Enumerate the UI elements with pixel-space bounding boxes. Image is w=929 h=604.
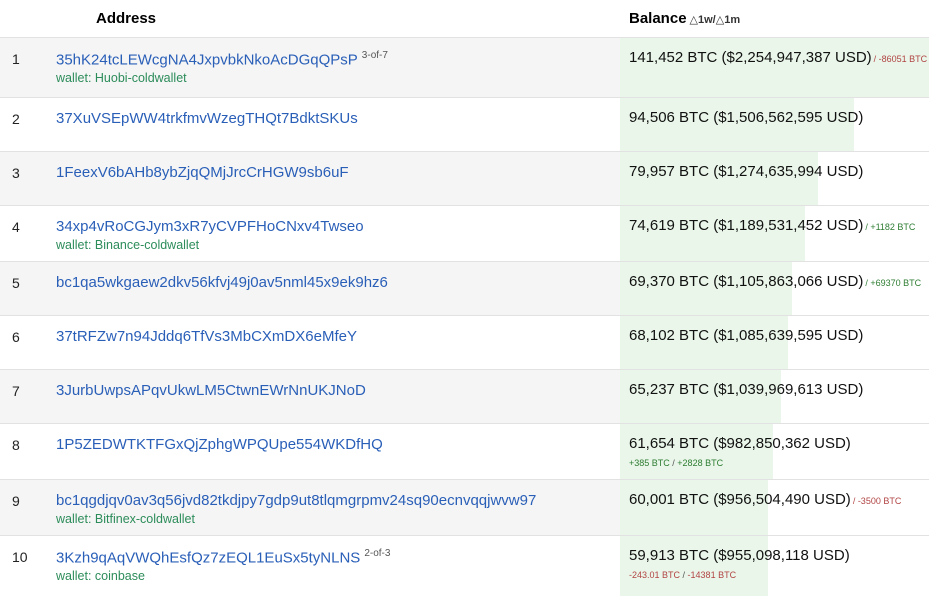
address-link[interactable]: bc1qgdjqv0av3q56jvd82tkdjpy7gdp9ut8tlqmg…	[56, 492, 536, 509]
balance-change-line: -243.01 BTC / -14381 BTC	[629, 570, 929, 580]
rank-cell: 3	[0, 151, 48, 206]
balance-cell: 65,237 BTC ($1,039,969,613 USD)	[620, 369, 929, 424]
rich-list-table: Address Balance △1w/△1m 1 35hK24tcLEWcgNA4…	[0, 0, 929, 596]
balance-value: 74,619 BTC ($1,189,531,452 USD)	[629, 217, 864, 234]
address-cell: 37tRFZw7n94Jddq6TfVs3MbCXmDX6eMfeY	[48, 315, 620, 370]
balance-change: / -86051 BTC	[873, 54, 928, 64]
balance-value: 59,913 BTC ($955,098,118 USD)	[629, 547, 850, 564]
address-cell: 1P5ZEDWTKTFGxQjZphgWPQUpe554WKDfHQ	[48, 423, 620, 480]
balance-cell: 68,102 BTC ($1,085,639,595 USD)	[620, 315, 929, 370]
address-link[interactable]: 34xp4vRoCGJym3xR7yCVPFHoCNxv4Twseo	[56, 218, 364, 235]
table-row: 8 1P5ZEDWTKTFGxQjZphgWPQUpe554WKDfHQ 61,65…	[0, 423, 929, 480]
balance-change: -243.01 BTC	[629, 570, 681, 580]
table-row: 2 37XuVSEpWW4trkfmvWzegTHQt7BdktSKUs 94,50…	[0, 97, 929, 152]
rank-cell: 8	[0, 423, 48, 480]
address-cell: bc1qgdjqv0av3q56jvd82tkdjpy7gdp9ut8tlqmg…	[48, 479, 620, 536]
balance-value: 141,452 BTC ($2,254,947,387 USD)	[629, 49, 872, 66]
table-row: 4 34xp4vRoCGJym3xR7yCVPFHoCNxv4Twseo walle…	[0, 205, 929, 262]
balance-cell: 59,913 BTC ($955,098,118 USD) -243.01 BTC…	[620, 535, 929, 596]
balance-value: 69,370 BTC ($1,105,863,066 USD)	[629, 273, 864, 290]
address-link[interactable]: 37tRFZw7n94Jddq6TfVs3MbCXmDX6eMfeY	[56, 328, 357, 345]
balance-change: / -3500 BTC	[852, 496, 902, 506]
wallet-label: wallet: Binance-coldwallet	[56, 238, 200, 252]
address-cell: 1FeexV6bAHb8ybZjqQMjJrcCrHGW9sb6uF	[48, 151, 620, 206]
rank-column-header	[0, 0, 48, 38]
address-link[interactable]: bc1qa5wkgaew2dkv56kfvj49j0av5nml45x9ek9h…	[56, 274, 388, 291]
table-row: 7 3JurbUwpsAPqvUkwLM5CtwnEWrNnUKJNoD 65,23…	[0, 369, 929, 424]
balance-change: +2828 BTC	[677, 458, 724, 468]
rank-cell: 2	[0, 97, 48, 152]
balance-change-line: +385 BTC / +2828 BTC	[629, 458, 929, 468]
balance-header-label: Balance	[629, 10, 687, 27]
wallet-label: wallet: Huobi-coldwallet	[56, 71, 187, 86]
balance-value: 60,001 BTC ($956,504,490 USD)	[629, 491, 851, 508]
balance-cell: 60,001 BTC ($956,504,490 USD) / -3500 BTC	[620, 479, 929, 536]
table-header: Address Balance △1w/△1m	[0, 0, 929, 38]
balance-cell: 69,370 BTC ($1,105,863,066 USD) / +69370 …	[620, 261, 929, 316]
address-cell: 3Kzh9qAqVWQhEsfQz7zEQL1EuSx5tyNLNS 2-of-3…	[48, 535, 620, 596]
table-row: 5 bc1qa5wkgaew2dkv56kfvj49j0av5nml45x9ek9…	[0, 261, 929, 316]
address-cell: 37XuVSEpWW4trkfmvWzegTHQt7BdktSKUs	[48, 97, 620, 152]
address-link[interactable]: 3Kzh9qAqVWQhEsfQz7zEQL1EuSx5tyNLNS	[56, 549, 360, 566]
change-separator: /	[680, 570, 688, 580]
address-cell: 3JurbUwpsAPqvUkwLM5CtwnEWrNnUKJNoD	[48, 369, 620, 424]
table-body: 1 35hK24tcLEWcgNA4JxpvbkNkoAcDGqQPsP 3-of-…	[0, 37, 929, 596]
balance-cell: 141,452 BTC ($2,254,947,387 USD) / -86051…	[620, 37, 929, 98]
wallet-label: wallet: Bitfinex-coldwallet	[56, 512, 195, 526]
balance-cell: 61,654 BTC ($982,850,362 USD) +385 BTC / …	[620, 423, 929, 480]
address-link[interactable]: 37XuVSEpWW4trkfmvWzegTHQt7BdktSKUs	[56, 110, 358, 127]
balance-cell: 79,957 BTC ($1,274,635,994 USD)	[620, 151, 929, 206]
table-row: 10 3Kzh9qAqVWQhEsfQz7zEQL1EuSx5tyNLNS 2-of…	[0, 535, 929, 596]
table-row: 1 35hK24tcLEWcgNA4JxpvbkNkoAcDGqQPsP 3-of-…	[0, 37, 929, 98]
multisig-label: 3-of-7	[361, 50, 388, 61]
balance-value: 61,654 BTC ($982,850,362 USD)	[629, 435, 851, 452]
rank-cell: 7	[0, 369, 48, 424]
delta-header-label: △1w/△1m	[689, 14, 741, 26]
address-link[interactable]: 1P5ZEDWTKTFGxQjZphgWPQUpe554WKDfHQ	[56, 436, 383, 453]
balance-column-header[interactable]: Balance △1w/△1m	[620, 0, 929, 38]
balance-change: -14381 BTC	[687, 570, 737, 580]
wallet-label: wallet: coinbase	[56, 569, 145, 584]
rank-cell: 10	[0, 535, 48, 596]
address-link[interactable]: 35hK24tcLEWcgNA4JxpvbkNkoAcDGqQPsP	[56, 51, 358, 68]
address-cell: 35hK24tcLEWcgNA4JxpvbkNkoAcDGqQPsP 3-of-7…	[48, 37, 620, 98]
rank-cell: 6	[0, 315, 48, 370]
address-cell: 34xp4vRoCGJym3xR7yCVPFHoCNxv4Twseo wallet…	[48, 205, 620, 262]
rank-cell: 4	[0, 205, 48, 262]
table-row: 9 bc1qgdjqv0av3q56jvd82tkdjpy7gdp9ut8tlqm…	[0, 479, 929, 536]
balance-change: / +1182 BTC	[865, 222, 916, 232]
balance-value: 79,957 BTC ($1,274,635,994 USD)	[629, 163, 864, 180]
table-row: 3 1FeexV6bAHb8ybZjqQMjJrcCrHGW9sb6uF 79,95…	[0, 151, 929, 206]
rank-cell: 9	[0, 479, 48, 536]
balance-cell: 94,506 BTC ($1,506,562,595 USD)	[620, 97, 929, 152]
balance-cell: 74,619 BTC ($1,189,531,452 USD) / +1182 B…	[620, 205, 929, 262]
address-link[interactable]: 3JurbUwpsAPqvUkwLM5CtwnEWrNnUKJNoD	[56, 382, 366, 399]
table-row: 6 37tRFZw7n94Jddq6TfVs3MbCXmDX6eMfeY 68,10…	[0, 315, 929, 370]
balance-change: / +69370 BTC	[865, 278, 922, 288]
address-cell: bc1qa5wkgaew2dkv56kfvj49j0av5nml45x9ek9h…	[48, 261, 620, 316]
multisig-label: 2-of-3	[364, 548, 391, 559]
balance-value: 94,506 BTC ($1,506,562,595 USD)	[629, 109, 864, 126]
balance-change: +385 BTC	[629, 458, 670, 468]
balance-value: 68,102 BTC ($1,085,639,595 USD)	[629, 327, 864, 344]
address-column-header[interactable]: Address	[48, 0, 620, 38]
rank-cell: 5	[0, 261, 48, 316]
balance-value: 65,237 BTC ($1,039,969,613 USD)	[629, 381, 864, 398]
address-link[interactable]: 1FeexV6bAHb8ybZjqQMjJrcCrHGW9sb6uF	[56, 164, 349, 181]
rank-cell: 1	[0, 37, 48, 98]
balance-bar	[620, 38, 929, 97]
address-header-label: Address	[96, 10, 157, 27]
